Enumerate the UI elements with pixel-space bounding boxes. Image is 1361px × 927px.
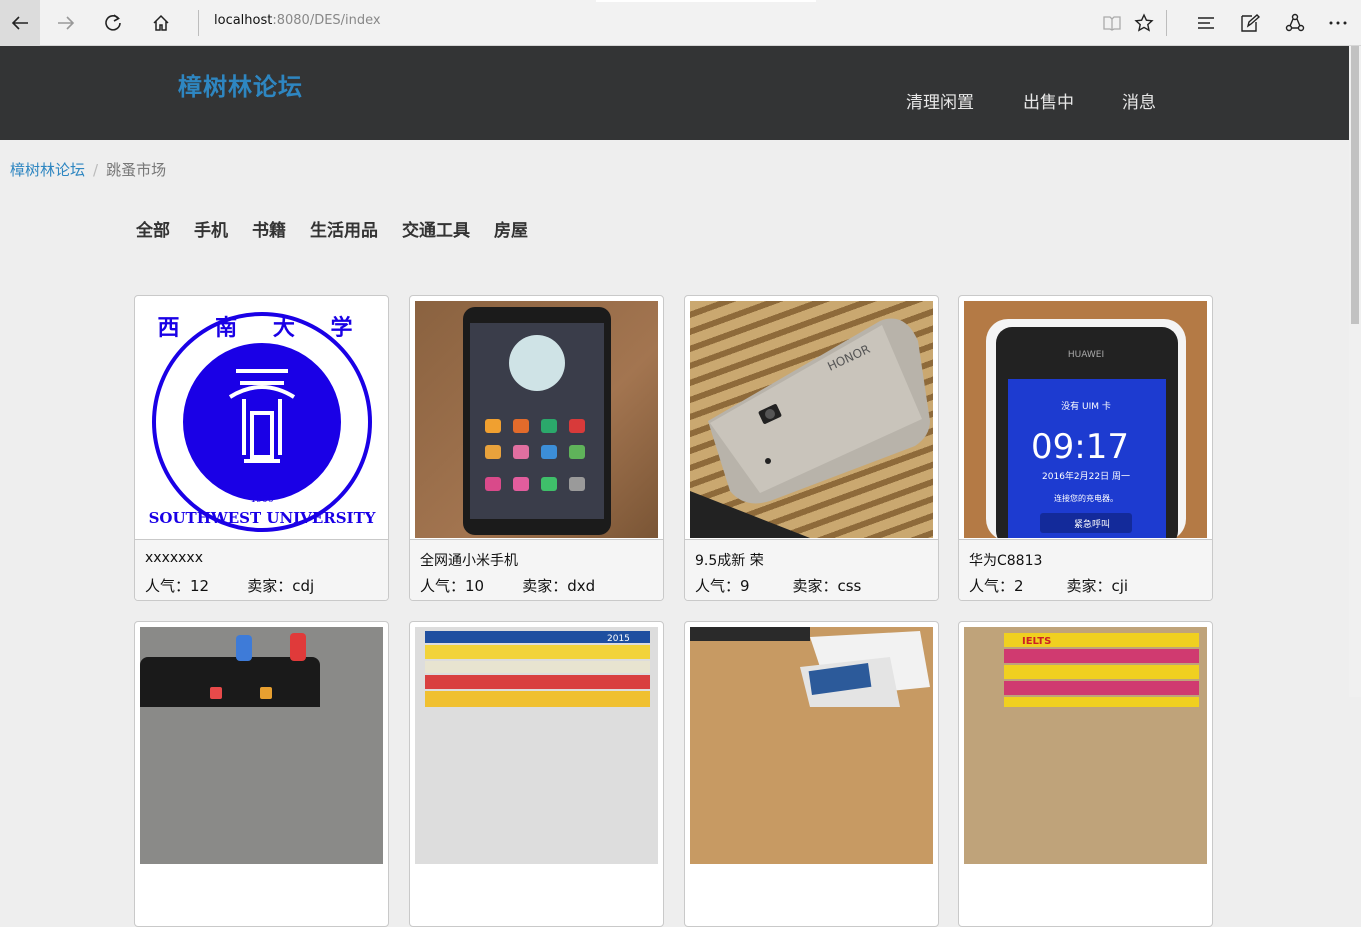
product-meta: 人气：2 卖家：cji [969,577,1129,595]
product-image[interactable]: 2015 [415,627,658,864]
browser-toolbar: localhost:8080/DES/index [0,0,1361,46]
share-icon [1285,13,1305,32]
product-card[interactable]: HUAWEI 没有 UIM 卡 09:17 2016年2月22日 周一 连接您的… [958,295,1213,601]
product-meta: 人气：10 卖家：dxd [420,577,596,595]
breadcrumb-current: 跳蚤市场 [106,161,167,179]
phone-date-text: 2016年2月22日 周一 [1042,470,1130,482]
product-title[interactable]: 9.5成新 荣 [695,550,764,570]
product-image[interactable] [415,301,658,538]
web-note-button[interactable] [1230,0,1270,46]
more-button[interactable] [1318,0,1358,46]
arrow-right-icon [58,16,75,30]
product-title[interactable]: 华为C8813 [969,550,1042,570]
product-title[interactable]: xxxxxxx [145,550,203,566]
share-button[interactable] [1275,0,1315,46]
category-tabs: 全部 手机 书籍 生活用品 交通工具 房屋 [136,216,528,241]
favorite-button[interactable] [1124,0,1164,46]
book-icon [1103,16,1121,31]
product-title[interactable]: 全网通小米手机 [420,550,518,570]
ielts-books-photo: IELTS [1004,633,1199,707]
category-books[interactable]: 书籍 [252,216,286,241]
active-tab-indicator [596,0,816,2]
site-brand[interactable]: 樟树林论坛 [178,67,303,102]
book-ielts-text: IELTS [1022,636,1051,647]
phone-on-table-photo [140,633,320,717]
product-card[interactable] [684,621,939,927]
product-card[interactable]: HONOR 9.5成新 荣 人气：9 卖家：css [684,295,939,601]
arrow-left-icon [11,16,28,30]
phone-emergency-text: 紧急呼叫 [1074,518,1110,530]
product-image[interactable] [140,627,383,864]
product-image[interactable] [690,627,933,864]
product-image[interactable]: HONOR [690,301,933,538]
page-scrollbar-thumb[interactable] [1351,46,1359,324]
nav-item-messages[interactable]: 消息 [1122,88,1156,113]
url-path: :8080/DES/index [272,13,381,28]
product-meta: 人气：9 卖家：css [695,577,862,595]
pen-note-icon [1241,14,1260,32]
phone-clock-text: 09:17 [1031,427,1129,467]
star-icon [1134,13,1154,32]
category-phones[interactable]: 手机 [194,216,228,241]
site-header: 樟树林论坛 清理闲置 出售中 消息 [0,46,1349,140]
product-card[interactable] [134,621,389,927]
nav-item-clear-idle[interactable]: 清理闲置 [906,88,974,113]
category-all[interactable]: 全部 [136,216,170,241]
refresh-icon [105,14,121,31]
logo-ring-text: SOUTHWEST UNIVERSITY [149,509,376,527]
huawei-phone-photo: HUAWEI 没有 UIM 卡 09:17 2016年2月22日 周一 连接您的… [986,319,1186,538]
hub-icon [1198,17,1214,29]
product-card[interactable]: IELTS [958,621,1213,927]
logo-year: 1906 [251,495,274,505]
phone-signal-text: 没有 UIM 卡 [1061,400,1111,412]
university-logo-image: 西 南 大 学 SOUTHWEST UNIVERSITY 1906 [149,312,376,532]
product-info: 全网通小米手机 人气：10 卖家：dxd [410,539,663,600]
product-image[interactable]: 西 南 大 学 SOUTHWEST UNIVERSITY 1906 [140,301,383,538]
product-info: 华为C8813 人气：2 卖家：cji [959,539,1212,600]
product-info: xxxxxxx 人气：12 卖家：cdj [135,539,388,600]
toolbar-separator [1166,10,1167,36]
logo-top-text: 西 南 大 学 [158,315,367,341]
xiaomi-phone-photo [463,307,611,535]
book-year-text: 2015 [607,634,630,644]
product-info: 9.5成新 荣 人气：9 卖家：css [685,539,938,600]
home-icon [153,14,169,31]
breadcrumb-separator: / [93,161,99,179]
books-stack-photo: 2015 [425,631,650,707]
more-icon [1329,21,1347,25]
category-housing[interactable]: 房屋 [494,216,528,241]
phone-hint-text: 连接您的充电器。 [1054,493,1118,503]
category-daily-goods[interactable]: 生活用品 [310,216,378,241]
nav-item-on-sale[interactable]: 出售中 [1023,88,1074,113]
product-image[interactable]: HUAWEI 没有 UIM 卡 09:17 2016年2月22日 周一 连接您的… [964,301,1207,538]
refresh-button[interactable] [91,0,135,46]
back-button[interactable] [0,0,40,46]
address-separator [198,10,199,36]
papers-photo [690,627,930,707]
phone-brand-text: HUAWEI [1068,350,1104,360]
forward-button[interactable] [44,0,88,46]
breadcrumb-home[interactable]: 樟树林论坛 [10,161,85,179]
address-bar[interactable]: localhost:8080/DES/index [214,13,381,28]
product-meta: 人气：12 卖家：cdj [145,577,315,595]
hub-button[interactable] [1186,0,1226,46]
honor-phone-photo: HONOR [690,318,930,538]
product-card[interactable]: 西 南 大 学 SOUTHWEST UNIVERSITY 1906 xxxxxx… [134,295,389,601]
product-card[interactable]: 2015 [409,621,664,927]
category-transport[interactable]: 交通工具 [402,216,470,241]
product-image[interactable]: IELTS [964,627,1207,864]
breadcrumb: 樟树林论坛 / 跳蚤市场 [10,159,166,180]
home-button[interactable] [139,0,183,46]
product-card[interactable]: 全网通小米手机 人气：10 卖家：dxd [409,295,664,601]
url-host: localhost [214,13,273,28]
